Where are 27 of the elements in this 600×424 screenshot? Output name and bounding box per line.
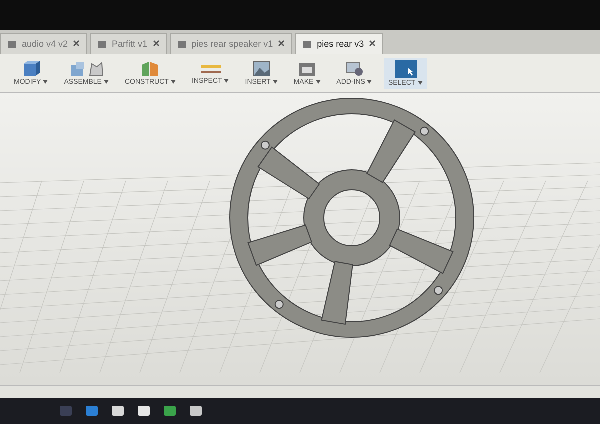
- app-icon[interactable]: [164, 406, 176, 416]
- parts-icon: [70, 60, 104, 76]
- app-icon[interactable]: [112, 406, 124, 416]
- close-icon[interactable]: [369, 39, 376, 49]
- caret-icon: [418, 81, 423, 85]
- caret-icon: [224, 79, 230, 83]
- app-icon[interactable]: [190, 406, 202, 416]
- cube-icon: [22, 60, 40, 76]
- document-icon: [7, 40, 17, 48]
- document-icon: [176, 40, 187, 48]
- app-icon[interactable]: [86, 406, 98, 416]
- caret-icon: [104, 80, 109, 84]
- app-icon[interactable]: [138, 406, 150, 416]
- caret-icon: [170, 80, 176, 84]
- document-tab[interactable]: pies rear v3: [295, 33, 384, 54]
- caret-icon: [367, 80, 372, 84]
- cursor-icon: [394, 60, 417, 78]
- plane-icon: [141, 60, 160, 76]
- caret-icon: [43, 80, 48, 84]
- close-icon[interactable]: [278, 39, 286, 49]
- close-icon[interactable]: [152, 39, 160, 49]
- close-icon[interactable]: [73, 39, 80, 49]
- image-icon: [252, 60, 271, 76]
- document-icon: [97, 40, 108, 48]
- caret-icon: [272, 80, 278, 84]
- caret-icon: [316, 80, 321, 84]
- document-icon: [302, 40, 312, 48]
